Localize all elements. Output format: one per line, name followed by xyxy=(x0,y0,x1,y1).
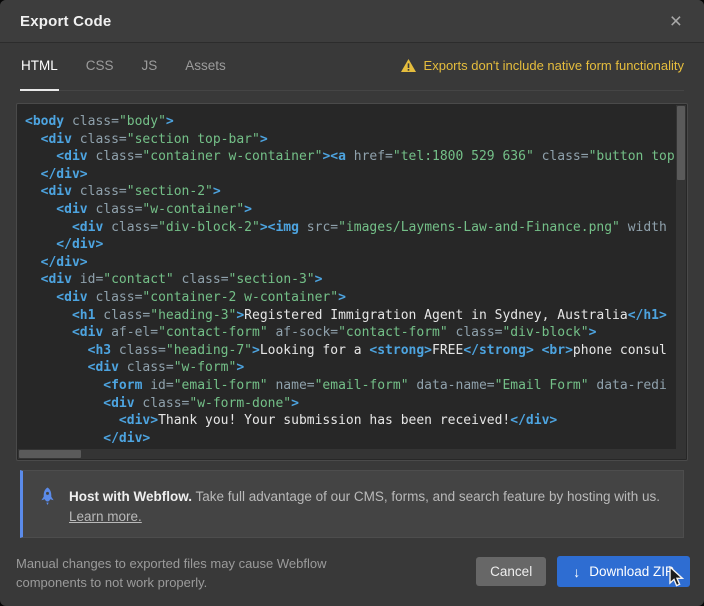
footer-note: Manual changes to exported files may cau… xyxy=(16,554,326,592)
close-icon: × xyxy=(670,10,682,33)
tab-html[interactable]: HTML xyxy=(20,55,59,90)
code-line: <div id="contact" class="section-3"> xyxy=(25,271,673,289)
tab-row: HTML CSS JS Assets Exports don't include na… xyxy=(20,55,684,91)
banner-title: Host with Webflow. xyxy=(69,489,192,504)
host-with-webflow-banner: Host with Webflow. Take full advantage o… xyxy=(20,470,684,538)
export-code-dialog: Export Code × HTML CSS JS Assets Exports do… xyxy=(0,0,704,606)
close-button[interactable]: × xyxy=(666,9,686,34)
tab-js[interactable]: JS xyxy=(141,55,159,90)
code-line: </div> xyxy=(25,166,673,184)
code-line: </div> xyxy=(25,430,673,448)
page-title: Export Code xyxy=(20,13,111,30)
code-editor[interactable]: <body class="body"> <div class="section … xyxy=(16,103,688,461)
code-line: <body class="body"> xyxy=(25,113,673,131)
dialog-header: Export Code × xyxy=(0,0,704,43)
vertical-scrollbar[interactable] xyxy=(676,105,686,451)
code-line: <div class="section top-bar"> xyxy=(25,131,673,149)
code-line: <div>Thank you! Your submission has been… xyxy=(25,412,673,430)
download-zip-button[interactable]: ↓ Download ZIP xyxy=(557,556,690,587)
code-line: <h3 class="heading-7">Looking for a <str… xyxy=(25,342,673,360)
code-line: <h1 class="heading-3">Registered Immigra… xyxy=(25,307,673,325)
tab-assets[interactable]: Assets xyxy=(184,55,227,90)
code-line: <div class="w-form-done"> xyxy=(25,395,673,413)
code-line: <div class="container w-container"><a hr… xyxy=(25,148,673,166)
rocket-icon xyxy=(39,487,56,537)
download-zip-label: Download ZIP xyxy=(589,564,674,579)
footer-buttons: Cancel ↓ Download ZIP xyxy=(476,556,690,587)
warning-text: Exports don't include native form functi… xyxy=(424,58,684,73)
tab-css[interactable]: CSS xyxy=(85,55,115,90)
download-icon: ↓ xyxy=(573,565,580,579)
warning-icon xyxy=(401,59,416,72)
code-line: <div class="w-container"> xyxy=(25,201,673,219)
learn-more-link[interactable]: Learn more. xyxy=(69,509,142,524)
footer-note-line2: components to not work properly. xyxy=(16,575,207,590)
banner-text: Host with Webflow. Take full advantage o… xyxy=(69,487,660,537)
vertical-scrollbar-thumb[interactable] xyxy=(677,106,685,180)
banner-body: Take full advantage of our CMS, forms, a… xyxy=(192,489,660,504)
tab-bar: HTML CSS JS Assets xyxy=(20,55,227,90)
code-content: <body class="body"> <div class="section … xyxy=(17,104,687,447)
horizontal-scrollbar-thumb[interactable] xyxy=(19,450,81,458)
code-line: </div> xyxy=(25,236,673,254)
code-line: <form id="email-form" name="email-form" … xyxy=(25,377,673,395)
code-line: <div class="section-2"> xyxy=(25,183,673,201)
code-line: <div af-el="contact-form" af-sock="conta… xyxy=(25,324,673,342)
footer-note-line1: Manual changes to exported files may cau… xyxy=(16,556,326,571)
form-warning: Exports don't include native form functi… xyxy=(401,55,684,73)
code-line: <div class="div-block-2"><img src="image… xyxy=(25,219,673,237)
code-line: <div class="w-form"> xyxy=(25,359,673,377)
code-line: </div> xyxy=(25,254,673,272)
code-line: <div class="container-2 w-container"> xyxy=(25,289,673,307)
horizontal-scrollbar[interactable] xyxy=(18,449,686,459)
cancel-button[interactable]: Cancel xyxy=(476,557,546,586)
